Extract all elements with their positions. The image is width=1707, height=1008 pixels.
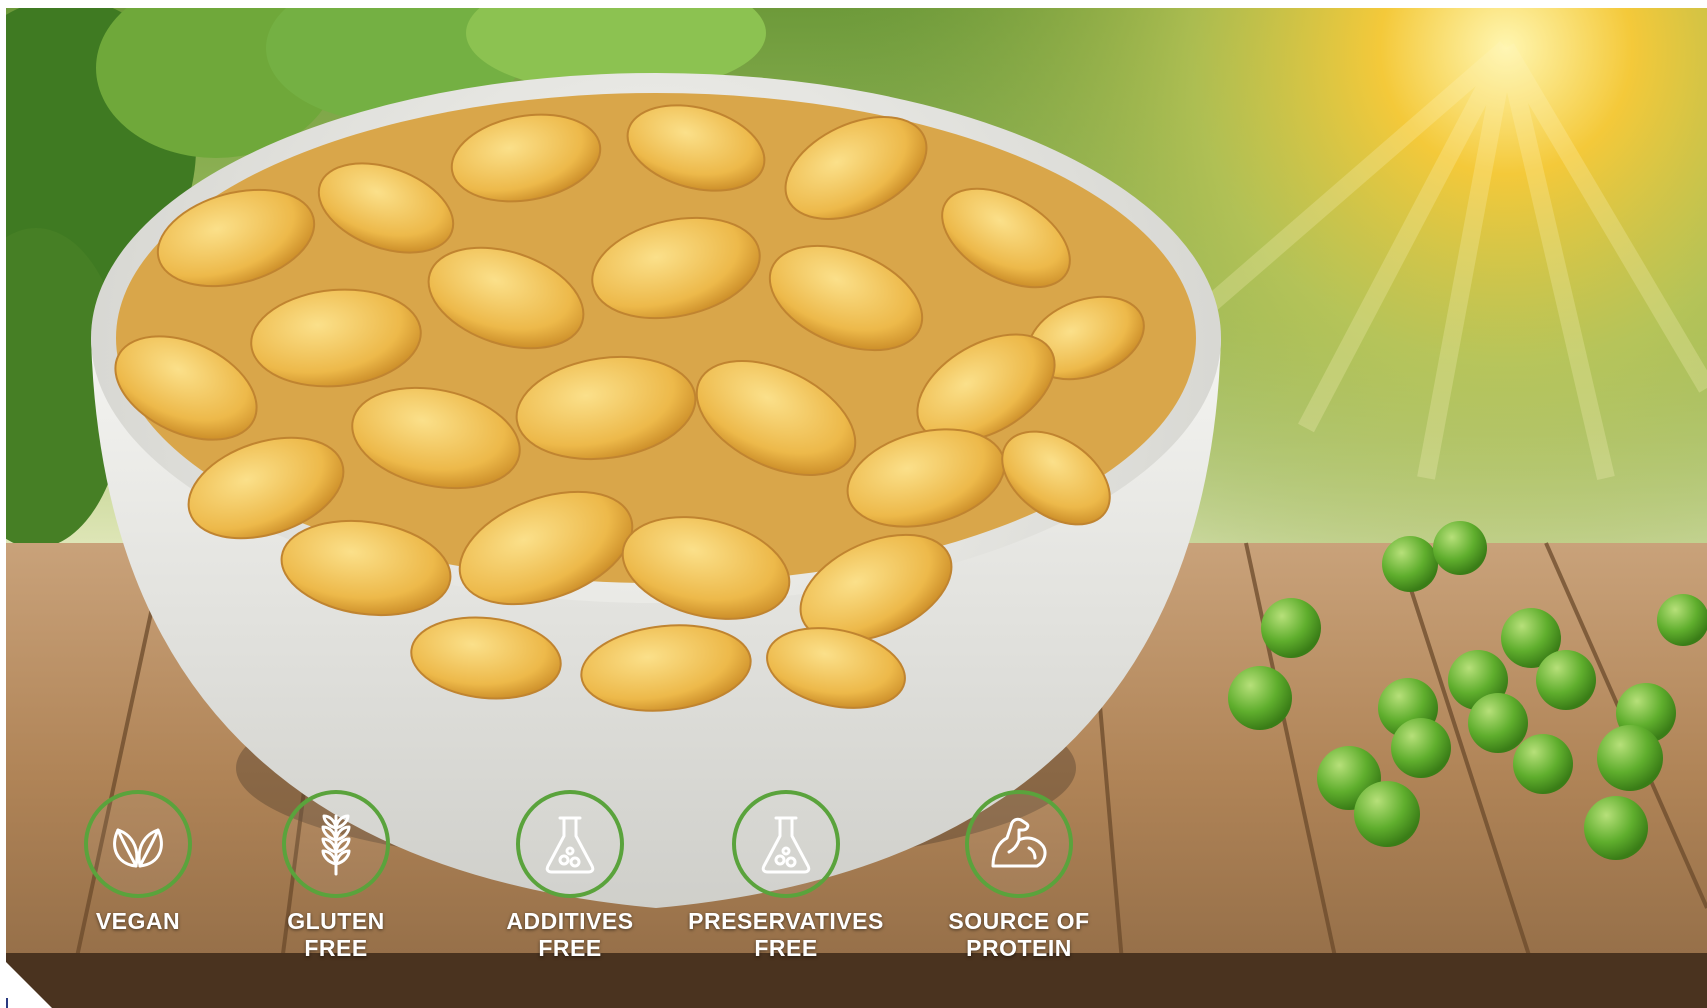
flask-icon bbox=[516, 790, 624, 898]
badge-vegan: VEGAN bbox=[28, 790, 248, 935]
badge-label: VEGAN bbox=[95, 908, 181, 934]
badge-gluten-free: GLUTEN FREE bbox=[226, 790, 446, 962]
badge-label: ADDITIVES FREE bbox=[506, 908, 634, 961]
badge-label: PRESERVATIVES FREE bbox=[688, 908, 884, 961]
badge-label: SOURCE OF PROTEIN bbox=[948, 908, 1090, 961]
badge-source-of-protein: SOURCE OF PROTEIN bbox=[909, 790, 1129, 962]
wheat-icon bbox=[282, 790, 390, 898]
vegan-leaves-icon bbox=[84, 790, 192, 898]
flexed-arm-icon bbox=[965, 790, 1073, 898]
badge-additives-free: ADDITIVES FREE bbox=[460, 790, 680, 962]
flask-icon bbox=[732, 790, 840, 898]
badge-label: GLUTEN FREE bbox=[287, 908, 385, 961]
corner-mark bbox=[6, 998, 8, 1008]
badge-preservatives-free: PRESERVATIVES FREE bbox=[676, 790, 896, 962]
